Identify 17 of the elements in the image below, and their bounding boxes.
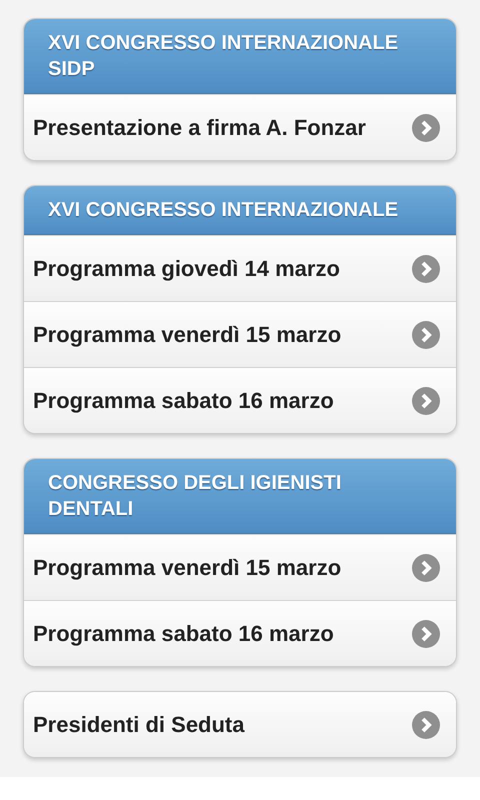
list-item[interactable]: Programma sabato 16 marzo (24, 367, 456, 433)
chevron-icon (412, 554, 440, 582)
list-item[interactable]: Presentazione a firma A. Fonzar (24, 94, 456, 160)
chevron-icon (412, 386, 440, 414)
section-header: XVI CONGRESSO INTERNAZIONALE (24, 186, 456, 235)
chevron-icon (412, 320, 440, 348)
list-item[interactable]: Programma venerdì 15 marzo (24, 534, 456, 600)
chevron-icon (412, 710, 440, 738)
section-header: XVI CONGRESSO INTERNAZIONALE SIDP (24, 19, 456, 94)
list-item[interactable]: Presidenti di Seduta (24, 692, 456, 757)
list-item[interactable]: Programma sabato 16 marzo (24, 600, 456, 666)
chevron-icon (412, 114, 440, 142)
section-header: CONGRESSO DEGLI IGIENISTI DENTALI (24, 459, 456, 534)
chevron-icon (412, 254, 440, 282)
chevron-icon (412, 620, 440, 648)
list-item[interactable]: Programma venerdì 15 marzo (24, 301, 456, 367)
list-item[interactable]: Programma giovedì 14 marzo (24, 235, 456, 301)
